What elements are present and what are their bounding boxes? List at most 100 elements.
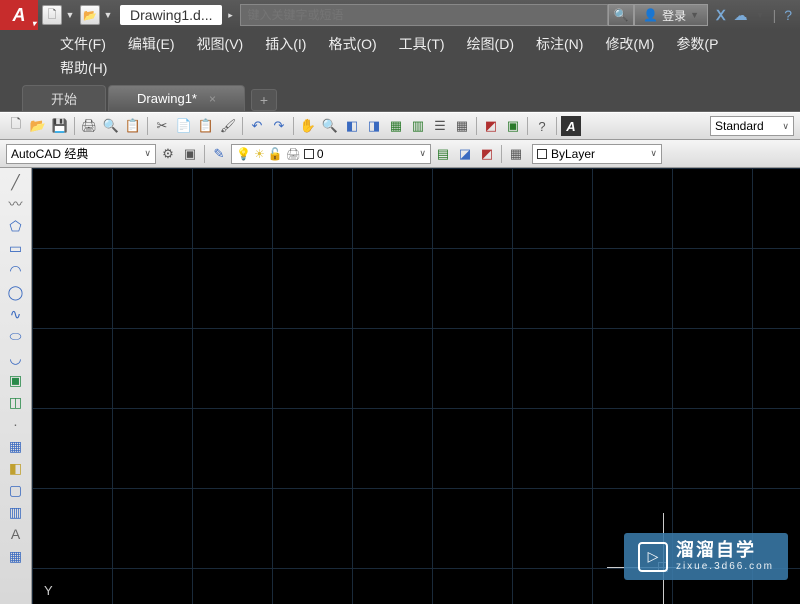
- layer-match-icon[interactable]: ▦: [506, 144, 526, 164]
- watermark-url: zixue.3d66.com: [676, 561, 774, 572]
- workspace-value: AutoCAD 经典: [11, 145, 88, 162]
- ellipse-icon[interactable]: ⬭: [5, 326, 27, 346]
- point-icon[interactable]: ·: [5, 414, 27, 434]
- polyline-icon[interactable]: 〰: [5, 194, 27, 214]
- table-icon[interactable]: ▥: [5, 502, 27, 522]
- workspace-save-icon[interactable]: ▣: [180, 144, 200, 164]
- properties-icon[interactable]: ☰: [430, 116, 450, 136]
- user-icon: 👤: [643, 8, 658, 22]
- document-title: Drawing1.d...: [120, 5, 222, 25]
- color-swatch: [304, 149, 314, 159]
- save-icon[interactable]: 💾: [50, 116, 70, 136]
- tab-drawing1[interactable]: Drawing1* ×: [108, 85, 245, 111]
- open-file-dropdown[interactable]: ▼: [102, 10, 114, 20]
- zoom-prev-icon[interactable]: ◨: [364, 116, 384, 136]
- text-style-combo[interactable]: Standard ∨: [710, 116, 794, 136]
- tab-add-button[interactable]: +: [251, 89, 277, 111]
- open-file-button[interactable]: 📂: [80, 5, 100, 25]
- workspace-toolbar: AutoCAD 经典 ∨ ⚙ ▣ ✎ 💡 ☀ 🔓 🖨 0 ∨ ▤ ◪ ◩ ▦ B…: [0, 140, 800, 168]
- copy-icon[interactable]: 📄: [174, 116, 194, 136]
- color-value: ByLayer: [551, 147, 595, 161]
- chevron-down-icon: ∨: [419, 148, 426, 159]
- separator: [556, 117, 557, 135]
- watermark-title: 溜溜自学: [676, 541, 774, 561]
- title-dropdown[interactable]: ▸: [224, 10, 236, 21]
- xref-icon[interactable]: ◩: [481, 116, 501, 136]
- new-file-button[interactable]: 🗋: [42, 5, 62, 25]
- print-layer-icon: 🖨: [286, 147, 301, 161]
- region-icon[interactable]: ▢: [5, 480, 27, 500]
- arc-icon[interactable]: ◠: [5, 260, 27, 280]
- spline-icon[interactable]: ∿: [5, 304, 27, 324]
- menu-insert[interactable]: 插入(I): [265, 34, 306, 54]
- tab-close-button[interactable]: ×: [209, 92, 216, 106]
- app-logo[interactable]: A: [0, 0, 38, 30]
- layer-name: 0: [317, 147, 324, 161]
- add-selected-icon[interactable]: ▦: [5, 546, 27, 566]
- match-prop-icon[interactable]: 🖌: [218, 116, 238, 136]
- zoom-window-icon[interactable]: ◧: [342, 116, 362, 136]
- help-icon[interactable]: ?: [784, 7, 792, 23]
- menu-tools[interactable]: 工具(T): [399, 34, 445, 54]
- chevron-down-icon: ∨: [650, 148, 657, 159]
- layer-combo[interactable]: 💡 ☀ 🔓 🖨 0 ∨: [231, 144, 431, 164]
- block-icon[interactable]: ▣: [503, 116, 523, 136]
- new-icon[interactable]: 🗋: [6, 116, 26, 136]
- gear-icon[interactable]: ⚙: [158, 144, 178, 164]
- layer-iso-icon[interactable]: ◪: [455, 144, 475, 164]
- sun-icon: ☀: [254, 147, 265, 161]
- pan-icon[interactable]: ✋: [298, 116, 318, 136]
- make-block-icon[interactable]: ◫: [5, 392, 27, 412]
- layer-off-icon[interactable]: ◩: [477, 144, 497, 164]
- new-file-dropdown[interactable]: ▼: [64, 10, 76, 20]
- tool-palette-icon[interactable]: ▥: [408, 116, 428, 136]
- chevron-down-icon[interactable]: ▼: [756, 10, 765, 20]
- color-combo[interactable]: ByLayer ∨: [532, 144, 662, 164]
- search-button[interactable]: 🔍: [608, 4, 634, 26]
- mtext-icon[interactable]: A: [5, 524, 27, 544]
- menu-edit[interactable]: 编辑(E): [128, 34, 175, 54]
- circle-icon[interactable]: ◯: [5, 282, 27, 302]
- sheet-icon[interactable]: ▦: [386, 116, 406, 136]
- standard-toolbar: 🗋 📂 💾 🖨 🔍 📋 ✂ 📄 📋 🖌 ↶ ↷ ✋ 🔍 ◧ ◨ ▦ ▥ ☰ ▦ …: [0, 112, 800, 140]
- cut-icon[interactable]: ✂: [152, 116, 172, 136]
- drawing-canvas[interactable]: Y ▷ 溜溜自学 zixue.3d66.com: [32, 168, 800, 604]
- rectangle-icon[interactable]: ▭: [5, 238, 27, 258]
- menu-file[interactable]: 文件(F): [60, 34, 106, 54]
- cloud-icon[interactable]: ☁: [734, 7, 748, 24]
- lock-icon: 🔓: [268, 147, 283, 161]
- workspace-combo[interactable]: AutoCAD 经典 ∨: [6, 144, 156, 164]
- calc-icon[interactable]: ▦: [452, 116, 472, 136]
- gradient-icon[interactable]: ◧: [5, 458, 27, 478]
- print-icon[interactable]: 🖨: [79, 116, 99, 136]
- zoom-icon[interactable]: 🔍: [320, 116, 340, 136]
- layer-props-icon[interactable]: ✎: [209, 144, 229, 164]
- line-icon[interactable]: ╱: [5, 172, 27, 192]
- insert-block-icon[interactable]: ▣: [5, 370, 27, 390]
- menu-format[interactable]: 格式(O): [328, 34, 376, 54]
- hatch-icon[interactable]: ▦: [5, 436, 27, 456]
- title-right-icons: Ⅹ ☁ ▼ | ?: [708, 7, 800, 24]
- search-input[interactable]: [240, 4, 608, 26]
- help-icon[interactable]: ?: [532, 116, 552, 136]
- menu-draw[interactable]: 绘图(D): [467, 34, 514, 54]
- publish-icon[interactable]: 📋: [123, 116, 143, 136]
- paste-icon[interactable]: 📋: [196, 116, 216, 136]
- redo-icon[interactable]: ↷: [269, 116, 289, 136]
- layer-state-icon[interactable]: ▤: [433, 144, 453, 164]
- tab-start[interactable]: 开始: [22, 85, 106, 111]
- menu-help[interactable]: 帮助(H): [60, 58, 107, 78]
- undo-icon[interactable]: ↶: [247, 116, 267, 136]
- preview-icon[interactable]: 🔍: [101, 116, 121, 136]
- ellipse-arc-icon[interactable]: ◡: [5, 348, 27, 368]
- menu-dimension[interactable]: 标注(N): [536, 34, 583, 54]
- login-button[interactable]: 👤 登录 ▼: [634, 4, 708, 26]
- menu-view[interactable]: 视图(V): [197, 34, 244, 54]
- text-style-icon[interactable]: A: [561, 116, 581, 136]
- polygon-icon[interactable]: ⬠: [5, 216, 27, 236]
- menu-parametric[interactable]: 参数(P: [676, 34, 718, 54]
- separator: [501, 145, 502, 163]
- open-icon[interactable]: 📂: [28, 116, 48, 136]
- menu-modify[interactable]: 修改(M): [605, 34, 654, 54]
- exchange-icon[interactable]: Ⅹ: [716, 7, 726, 24]
